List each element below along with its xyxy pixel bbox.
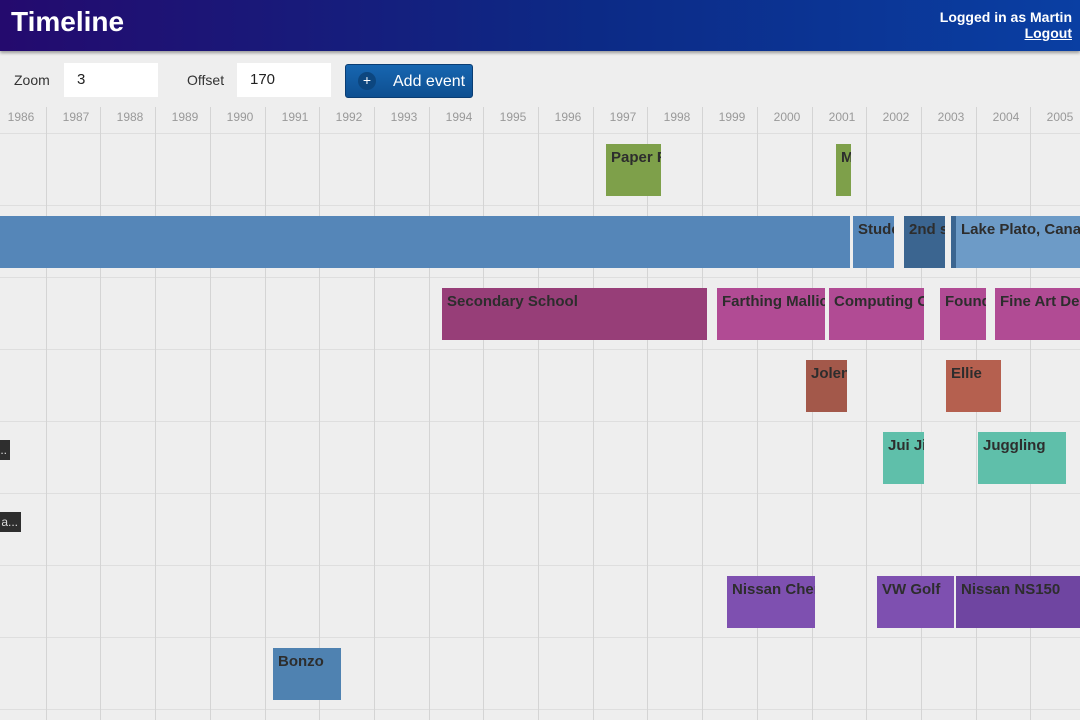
plus-icon: + [358,72,376,90]
timeline-event[interactable]: Nissan Cherry [727,576,815,628]
add-event-button[interactable]: + Add event [345,64,473,98]
year-gridline [866,107,867,720]
timeline-tag[interactable]: ... [0,440,10,460]
app-title: Timeline [11,6,125,37]
year-gridline [812,107,813,720]
year-gridline [702,107,703,720]
timeline-event[interactable]: Paper Round [606,144,661,196]
timeline-event[interactable]: Foundation [940,288,986,340]
year-label: 2003 [937,110,965,124]
year-gridline [593,107,594,720]
year-label: 1991 [281,110,309,124]
year-gridline [155,107,156,720]
lane-divider [0,421,1080,422]
year-gridline [647,107,648,720]
add-event-label: Add event [393,73,466,90]
timeline-event[interactable]: Juggling [978,432,1066,484]
year-gridline [429,107,430,720]
year-label: 1997 [609,110,637,124]
year-gridline [319,107,320,720]
year-gridline [483,107,484,720]
year-gridline [46,107,47,720]
year-label: 2005 [1046,110,1074,124]
year-label: 1998 [663,110,691,124]
year-gridline [374,107,375,720]
year-label: 1995 [499,110,527,124]
year-gridline [538,107,539,720]
lane-divider [0,349,1080,350]
timeline-event[interactable]: Computing Course [829,288,924,340]
timeline-event[interactable]: Ellie [946,360,1001,412]
year-label: 1992 [335,110,363,124]
timeline-event[interactable]: Nissan NS150 [956,576,1080,628]
year-label: 2002 [882,110,910,124]
lane-divider [0,277,1080,278]
year-label: 1989 [171,110,199,124]
timeline-event[interactable]: Fine Art Degree [995,288,1080,340]
year-label: 1990 [226,110,254,124]
year-gridline [100,107,101,720]
year-label: 1988 [116,110,144,124]
year-gridline [976,107,977,720]
logout-link[interactable]: Logout [940,25,1072,41]
year-gridline [921,107,922,720]
timeline-event[interactable]: Bonzo [273,648,341,700]
timeline-event[interactable]: 2nd student house [904,216,945,268]
year-gridline [265,107,266,720]
timeline-event[interactable]: VW Golf [877,576,954,628]
year-label: 1994 [445,110,473,124]
year-label: 1996 [554,110,582,124]
lane-divider [0,637,1080,638]
lane-divider [0,709,1080,710]
timeline-event[interactable]: Home, Haydon [0,216,850,268]
lane-divider [0,565,1080,566]
offset-input[interactable]: 170 [237,63,331,97]
timeline-event[interactable]: Mobile [836,144,851,196]
year-gridline [757,107,758,720]
timeline-event[interactable]: Lake Plato, Canada [956,216,1080,268]
timeline-canvas[interactable]: 1986 1987 1988 1989 1990 1991 1992 1993 1994 1995… [0,107,1080,720]
toolbar: Zoom 3 Offset 170 + Add event [0,51,1080,109]
lane-divider [0,493,1080,494]
offset-label: Offset [187,72,225,88]
year-gridline [210,107,211,720]
year-gridline [1030,107,1031,720]
lane-divider [0,205,1080,206]
year-label: 1999 [718,110,746,124]
timeline-event[interactable]: Farthing Mallick [717,288,825,340]
year-label: 1987 [62,110,90,124]
timeline-event[interactable]: Secondary School [442,288,707,340]
timeline-event[interactable]: Jui Jitsu [883,432,924,484]
year-label: 1986 [7,110,35,124]
year-label: 1993 [390,110,418,124]
zoom-input[interactable]: 3 [64,63,158,97]
zoom-label: Zoom [14,72,50,88]
timeline-event[interactable]: Jolene [806,360,847,412]
app-header: Timeline Logged in as Martin Logout [0,0,1080,51]
logged-in-text: Logged in as Martin [939,9,1072,25]
user-box: Logged in as Martin Logout [940,9,1072,41]
timeline-tag[interactable]: a... [0,512,21,532]
year-label: 2004 [992,110,1020,124]
year-label: 2001 [828,110,856,124]
year-label: 2000 [773,110,801,124]
lane-divider [0,133,1080,134]
timeline-event[interactable]: Student House [853,216,894,268]
